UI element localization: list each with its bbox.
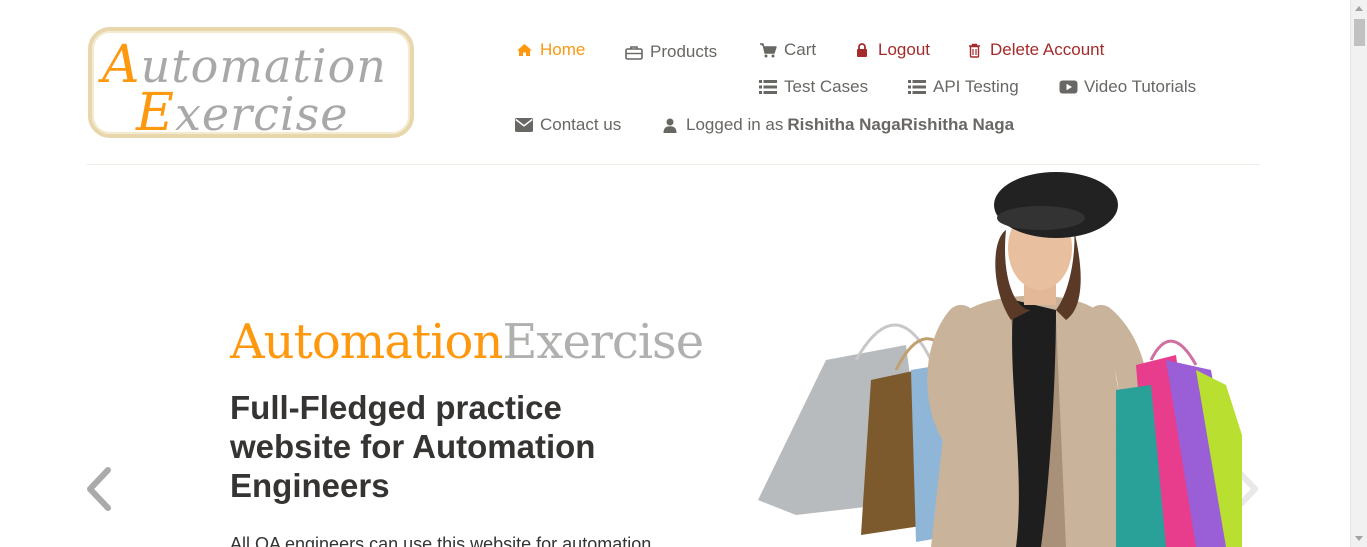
envelope-icon — [514, 116, 534, 134]
nav-api-testing-label: API Testing — [933, 77, 1019, 96]
nav-cart[interactable]: Cart — [758, 40, 816, 60]
nav-logged-in-user[interactable]: Logged in as Rishitha NagaRishitha Naga — [660, 115, 1014, 135]
nav-products-label: Products — [650, 42, 718, 61]
scroll-up-arrow[interactable] — [1355, 6, 1363, 11]
logo-rest-2: xercise — [174, 87, 349, 141]
nav-logout[interactable]: Logout — [852, 40, 930, 60]
nav-delete-account-label: Delete Account — [990, 40, 1105, 59]
nav-cart-label: Cart — [784, 40, 817, 59]
user-icon — [660, 116, 680, 134]
lock-icon — [852, 41, 872, 59]
nav-delete-account[interactable]: Delete Account — [964, 40, 1104, 60]
hero-subtitle: Full-Fledged practice website for Automa… — [230, 389, 596, 504]
nav-video-tutorials-label: Video Tutorials — [1084, 77, 1197, 96]
nav-api-testing[interactable]: API Testing — [907, 77, 1019, 97]
slider-prev-button[interactable] — [84, 466, 114, 512]
scroll-thumb[interactable] — [1354, 19, 1365, 46]
header-divider — [86, 164, 1260, 165]
cart-icon — [758, 41, 778, 59]
list-icon — [907, 78, 927, 96]
nav-video-tutorials[interactable]: Video Tutorials — [1058, 77, 1196, 97]
list-icon — [758, 78, 778, 96]
chevron-left-icon — [87, 467, 111, 511]
logged-in-prefix: Logged in as — [686, 115, 784, 134]
nav-products[interactable]: Products — [624, 42, 717, 62]
hero-title: AutomationExercise — [230, 318, 704, 366]
nav-home[interactable]: Home — [514, 40, 585, 60]
nav-contact-us-label: Contact us — [540, 115, 622, 134]
hero-title-grey: Exercise — [502, 314, 704, 370]
hero-title-orange: Automation — [230, 314, 503, 370]
logo-rest-1: utomation — [140, 39, 387, 93]
logo-line-2: Exercise — [136, 87, 348, 139]
trash-icon — [964, 41, 984, 59]
hero-model-image — [758, 172, 1242, 547]
site-logo[interactable]: Automation Exercise — [88, 27, 414, 139]
nav-home-label: Home — [540, 40, 586, 59]
hero-text: All QA engineers can use this website fo… — [230, 534, 652, 547]
nav-test-cases-label: Test Cases — [784, 77, 869, 96]
home-icon — [514, 41, 534, 59]
briefcase-icon — [624, 43, 644, 61]
page-scrollbar[interactable] — [1350, 0, 1367, 547]
logo-cap-e: E — [136, 83, 175, 143]
youtube-icon — [1058, 78, 1078, 96]
nav-test-cases[interactable]: Test Cases — [758, 77, 868, 97]
nav-contact-us[interactable]: Contact us — [514, 115, 621, 135]
scroll-down-arrow[interactable] — [1355, 536, 1363, 541]
nav-logout-label: Logout — [878, 40, 930, 59]
logo-cap-a: A — [102, 35, 141, 95]
logged-in-username: Rishitha NagaRishitha Naga — [787, 115, 1015, 134]
